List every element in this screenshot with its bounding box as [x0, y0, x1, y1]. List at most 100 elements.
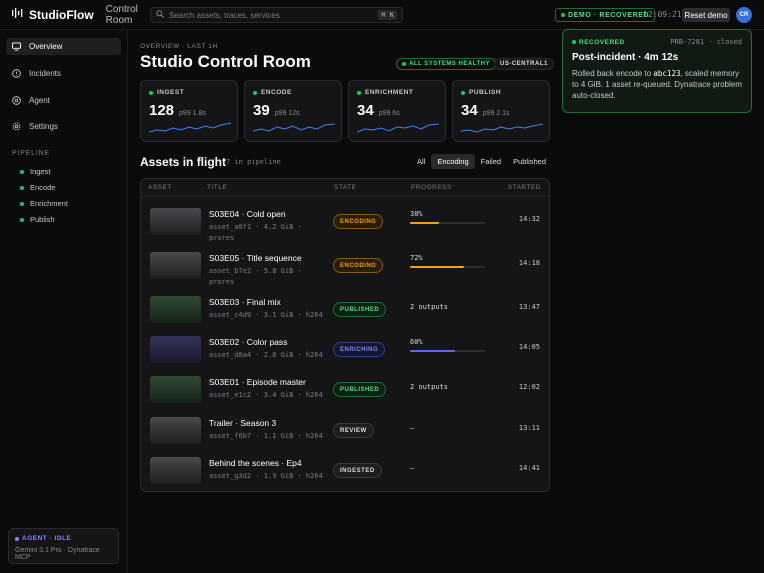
asset-thumbnail — [150, 252, 201, 279]
sidebar-item-agent[interactable]: Agent — [6, 92, 121, 109]
app-name: StudioFlow — [29, 7, 94, 22]
status-dot-icon — [15, 536, 19, 541]
asset-meta: asset_g3d2 · 1.9 GiB · h264 — [209, 472, 323, 480]
toast-code: abc123 — [653, 69, 681, 78]
asset-thumbnail — [150, 376, 201, 403]
status-dot-icon — [20, 185, 24, 190]
table-header: ASSET TITLE STATE PROGRESS STARTED — [141, 179, 549, 197]
status-badge: PUBLISHED — [333, 302, 387, 317]
kpi-card-enrichment[interactable]: ENRICHMENT 34 p99 6s — [348, 80, 446, 142]
sparkline-icon — [461, 123, 543, 133]
column-header-title: TITLE — [207, 184, 228, 191]
agent-status-card[interactable]: AGENT · IDLE Gemini 3.1 Pro · Dynatrace … — [8, 528, 119, 564]
avatar[interactable]: CR — [736, 7, 752, 23]
status-badge: REVIEW — [333, 423, 374, 438]
alert-circle-icon — [12, 69, 21, 78]
pipeline-section-label: PIPELINE — [12, 150, 50, 157]
asset-meta: asset_a8f1 · 4.2 GiB · prores — [209, 223, 302, 242]
kpi-card-ingest[interactable]: INGEST 128 p99 1.8s — [140, 80, 238, 142]
kpi-sub: p99 12s — [274, 110, 300, 117]
sidebar-item-settings[interactable]: Settings — [6, 118, 121, 135]
pipeline-item-label: Enrichment — [30, 199, 68, 208]
table-row[interactable]: Behind the scenes · Ep4 asset_g3d2 · 1.9… — [141, 450, 549, 490]
top-bar: StudioFlow Control Room Search assets, t… — [0, 0, 764, 30]
sparkline-icon — [357, 123, 439, 133]
asset-title: Behind the scenes · Ep4 — [209, 458, 302, 468]
asset-meta: asset_e1c2 · 3.4 GiB · h264 — [209, 391, 323, 399]
agent-status-label: AGENT · IDLE — [22, 535, 72, 542]
table-row[interactable]: S03E01 · Episode master asset_e1c2 · 3.4… — [141, 369, 549, 409]
pipeline-item-label: Encode — [30, 183, 56, 192]
filter-encoding[interactable]: Encoding — [431, 154, 475, 169]
kpi-card-encode[interactable]: ENCODE 39 p99 12s — [244, 80, 342, 142]
column-header-started: STARTED — [507, 184, 541, 191]
kpi-sub: p99 2.1s — [482, 110, 510, 117]
table-row[interactable]: S03E05 · Title sequence asset_b7e2 · 5.8… — [141, 245, 549, 286]
kpi-label: ENCODE — [253, 89, 333, 96]
kpi-label: INGEST — [149, 89, 229, 96]
filter-published[interactable]: Published — [507, 154, 552, 169]
demo-status-label: DEMO · RECOVERED — [568, 11, 650, 19]
progress-value: 72% — [410, 254, 423, 262]
status-dot-icon — [20, 169, 24, 174]
started-time: 14:41 — [518, 464, 540, 472]
page-title: Studio Control Room — [140, 52, 311, 71]
table-row[interactable]: S03E03 · Final mix asset_c4d9 · 3.1 GiB … — [141, 289, 549, 329]
reset-demo-button[interactable]: Reset demo — [682, 8, 730, 22]
status-dot-icon — [149, 90, 153, 95]
toast-body: Rolled back encode to abc123, scaled mem… — [572, 68, 742, 101]
sidebar-item-incidents[interactable]: Incidents — [6, 65, 121, 82]
search-input[interactable]: Search assets, traces, services ⌘ K — [150, 7, 403, 23]
asset-thumbnail — [150, 417, 201, 444]
progress-value: — — [410, 464, 415, 472]
health-label: ALL SYSTEMS HEALTHY — [409, 61, 490, 67]
progress-bar — [410, 266, 485, 268]
region-badge[interactable]: US-CENTRAL1 — [494, 58, 554, 70]
progress-value: 60% — [410, 338, 423, 346]
pipeline-item-ingest[interactable]: Ingest — [20, 167, 50, 176]
asset-thumbnail — [150, 336, 201, 363]
breadcrumb: OVERVIEW · LAST 1H — [140, 43, 218, 50]
sparkline-icon — [253, 123, 335, 132]
sidebar-item-label: Settings — [29, 122, 58, 131]
search-placeholder: Search assets, traces, services — [169, 10, 280, 20]
table-row[interactable]: Trailer · Season 3 asset_f6b7 · 1.1 GiB … — [141, 410, 549, 450]
toast-status: RECOVERED — [572, 39, 625, 46]
status-dot-icon — [461, 90, 465, 95]
started-time: 13:47 — [518, 303, 540, 311]
kpi-label-text: PUBLISH — [469, 89, 502, 96]
sidebar-item-overview[interactable]: Overview — [6, 38, 121, 55]
progress-value: — — [410, 424, 415, 432]
sidebar-item-label: Overview — [29, 42, 63, 51]
agent-status: AGENT · IDLE — [15, 535, 112, 542]
toast-body-text: Rolled back encode to — [572, 69, 654, 78]
pipeline-item-enrichment[interactable]: Enrichment — [20, 199, 68, 208]
started-time: 14:32 — [518, 215, 540, 223]
filter-failed[interactable]: Failed — [475, 154, 507, 169]
monitor-icon — [12, 42, 21, 51]
status-dot-icon — [357, 90, 361, 95]
kpi-label-text: ENCODE — [261, 89, 292, 96]
table-row[interactable]: S03E02 · Color pass asset_d8a4 · 2.8 GiB… — [141, 329, 549, 369]
started-time: 13:11 — [518, 424, 540, 432]
kpi-label-text: ENRICHMENT — [365, 89, 414, 96]
assets-section-title: Assets in flight — [140, 155, 227, 169]
started-time: 14:18 — [518, 259, 540, 267]
kpi-card-publish[interactable]: PUBLISH 34 p99 2.1s — [452, 80, 550, 142]
sparkline-icon — [149, 122, 231, 133]
asset-thumbnail — [150, 296, 201, 323]
incident-toast[interactable]: RECOVERED PRB-7281 · closed Post-inciden… — [562, 29, 752, 113]
search-icon — [156, 9, 164, 21]
filter-all[interactable]: All — [411, 154, 431, 169]
pipeline-item-encode[interactable]: Encode — [20, 183, 55, 192]
status-dot-icon — [402, 62, 406, 66]
demo-status-badge: DEMO · RECOVERED — [555, 8, 656, 22]
status-dot-icon — [20, 201, 24, 206]
brand[interactable]: StudioFlow Control Room — [0, 4, 150, 26]
pipeline-item-publish[interactable]: Publish — [20, 215, 55, 224]
started-time: 12:02 — [518, 383, 540, 391]
waveform-logo-icon — [12, 8, 23, 21]
table-row[interactable]: S03E04 · Cold open asset_a8f1 · 4.2 GiB … — [141, 201, 549, 242]
asset-title: Trailer · Season 3 — [209, 418, 277, 428]
progress-value: 2 outputs — [410, 303, 448, 311]
